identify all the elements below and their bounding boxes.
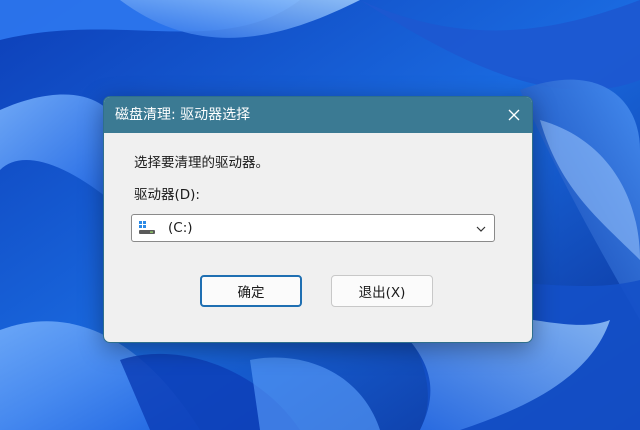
- close-button[interactable]: [496, 97, 532, 133]
- disk-cleanup-dialog: 磁盘清理: 驱动器选择 选择要清理的驱动器。 驱动器(D): (C:) 确定 退…: [103, 96, 533, 343]
- drive-select[interactable]: (C:): [131, 214, 495, 242]
- exit-button[interactable]: 退出(X): [331, 275, 433, 307]
- close-icon: [508, 109, 520, 121]
- drive-field-label: 驱动器(D):: [134, 187, 200, 203]
- ok-button[interactable]: 确定: [200, 275, 302, 307]
- title-bar[interactable]: 磁盘清理: 驱动器选择: [104, 97, 532, 133]
- dialog-title: 磁盘清理: 驱动器选择: [115, 107, 251, 123]
- selected-drive-value: (C:): [168, 220, 193, 236]
- drive-icon: [139, 221, 155, 234]
- chevron-down-icon: [476, 226, 486, 232]
- instruction-text: 选择要清理的驱动器。: [134, 155, 269, 171]
